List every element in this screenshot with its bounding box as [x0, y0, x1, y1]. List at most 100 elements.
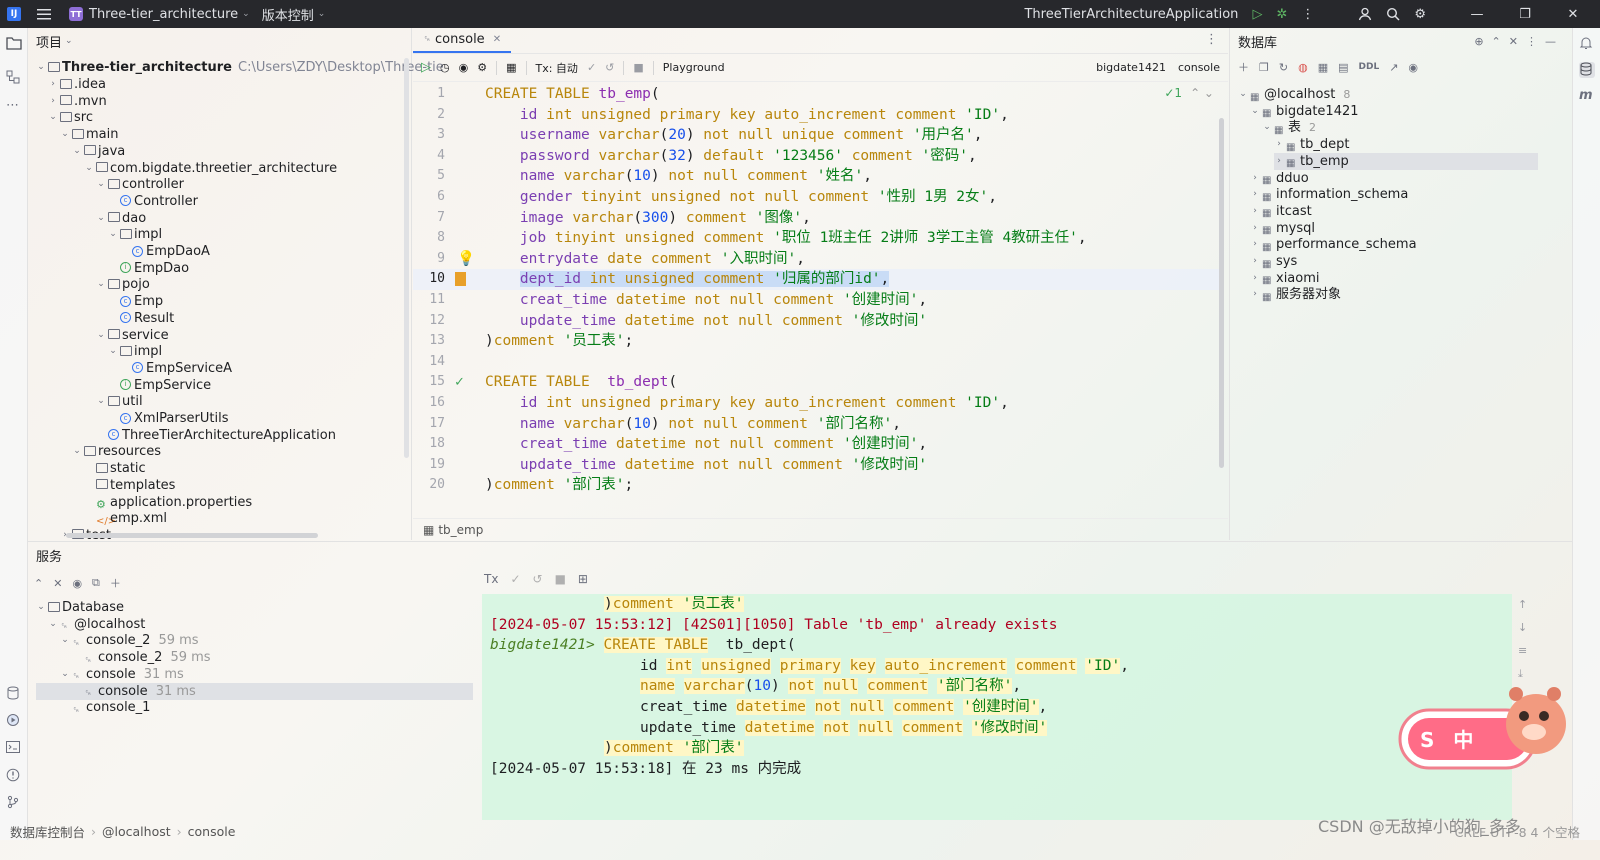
close-tab-icon[interactable]: ✕ [493, 34, 501, 45]
db-table-row[interactable]: › ▦ tb_dept [1274, 136, 1349, 153]
copy-icon[interactable]: ❐ [1259, 61, 1269, 74]
tree-item[interactable]: ⌄ service [96, 327, 168, 344]
console-icon[interactable]: ▤ [1338, 61, 1348, 74]
collapse-all-icon[interactable]: ✕ [53, 577, 62, 590]
view-options-icon[interactable]: ◉ [72, 577, 82, 590]
playground-selector[interactable]: Playground [663, 61, 725, 74]
chevron-down-icon[interactable]: ⌄ [60, 666, 70, 683]
service-row[interactable]: ⌄ ␍ @localhost [48, 616, 145, 633]
terminal-icon[interactable] [6, 741, 22, 757]
search-icon[interactable] [1386, 7, 1400, 21]
restore-button[interactable]: ❐ [1508, 7, 1542, 22]
project-root-row[interactable]: ⌄ Three-tier_architecture C:\Users\ZDY\Des… [36, 59, 444, 76]
chevron-down-icon[interactable]: ⌄ [36, 599, 46, 616]
stop-icon[interactable]: ■ [633, 61, 643, 74]
group-icon[interactable]: ⧉ [92, 576, 100, 590]
bookmark-icon[interactable] [455, 272, 466, 287]
code-area[interactable]: 1 CREATE TABLE tb_emp( 2 id int unsigned … [413, 84, 1223, 504]
chevron-down-icon[interactable]: ⌄ [60, 126, 70, 143]
services-icon[interactable] [6, 713, 22, 729]
chevron-right-icon[interactable]: › [1250, 186, 1260, 203]
git-icon[interactable] [6, 795, 22, 811]
tree-item[interactable]: ⌄ util [96, 393, 142, 410]
stop-icon[interactable]: ◍ [1298, 61, 1308, 74]
db-schema-row[interactable]: › ▦ dduo [1250, 170, 1309, 187]
tree-item[interactable]: ⌄ impl [108, 226, 162, 243]
tree-item[interactable]: › .idea [48, 76, 106, 93]
tree-item[interactable]: templates [84, 477, 175, 494]
add-service-icon[interactable]: ＋ [110, 575, 121, 591]
stop-icon[interactable]: ■ [555, 572, 566, 586]
notifications-icon[interactable] [1579, 36, 1595, 52]
datasource-selector[interactable]: bigdate1421 [1096, 61, 1166, 74]
tree-item[interactable]: c EmpServiceA [120, 360, 232, 377]
status-crumb-host[interactable]: @localhost [102, 824, 171, 839]
grid-icon[interactable]: ▦ [506, 61, 516, 74]
tree-item[interactable]: ⌄ java [72, 143, 125, 160]
chevron-down-icon[interactable]: ⌄ [48, 616, 58, 633]
chevron-right-icon[interactable]: › [1250, 236, 1260, 253]
user-icon[interactable] [1358, 7, 1372, 21]
more-tools-icon[interactable]: ⋯ [6, 98, 22, 114]
vcs-menu[interactable]: 版本控制 [262, 5, 314, 24]
session-selector[interactable]: console [1178, 61, 1220, 74]
run-config-selector[interactable]: ThreeTierArchitectureApplication [1024, 7, 1238, 22]
db-schema-row[interactable]: ⌄ ▦ bigdate1421 [1250, 103, 1358, 120]
tree-item[interactable]: c Emp [108, 293, 163, 310]
tree-item[interactable]: ⌄ com.bigdate.threetier_architecture [84, 160, 337, 177]
editor-scrollbar[interactable] [1219, 118, 1224, 468]
chevron-down-icon[interactable]: ⌄ [96, 276, 106, 293]
db-schema-row[interactable]: › ▦ itcast [1250, 203, 1312, 220]
service-row[interactable]: ⌄ ␍ console_2 59 ms [60, 632, 198, 649]
tree-item[interactable]: static [84, 460, 146, 477]
chevron-down-icon[interactable]: ⌄ [1262, 119, 1272, 136]
chevron-right-icon[interactable]: › [1250, 170, 1260, 187]
tree-item[interactable]: </> emp.xml [84, 510, 167, 527]
project-folder-icon[interactable] [6, 36, 22, 52]
commit-icon[interactable]: ✓ [510, 572, 520, 586]
tree-item[interactable]: ⌄ resources [72, 443, 161, 460]
maven-icon[interactable]: m [1579, 88, 1595, 104]
status-crumb-session[interactable]: console [188, 824, 236, 839]
tree-item[interactable]: ⌄ main [60, 126, 118, 143]
status-crumb-console[interactable]: 数据库控制台 [10, 822, 85, 841]
ddl-icon[interactable]: DDL [1359, 62, 1380, 72]
database-console-icon[interactable] [6, 686, 22, 702]
tree-item[interactable]: ⚙ application.properties [84, 494, 252, 512]
database-tool-icon[interactable] [1579, 62, 1595, 78]
close-window-button[interactable]: ✕ [1556, 7, 1590, 22]
add-icon[interactable]: ＋ [1238, 59, 1249, 75]
chevron-right-icon[interactable]: › [1250, 220, 1260, 237]
chevron-down-icon[interactable]: ⌄ [96, 393, 106, 410]
db-schema-row[interactable]: › ▦ performance_schema [1250, 236, 1416, 253]
tree-item[interactable]: c XmlParserUtils [108, 410, 228, 427]
editor-breadcrumb[interactable]: ▦ tb_emp [413, 518, 1228, 540]
rollback-icon[interactable]: ↺ [533, 572, 543, 586]
settings-icon[interactable]: ⚙ [477, 61, 487, 74]
chevron-down-icon[interactable]: ⌄ [72, 143, 82, 160]
chevron-right-icon[interactable]: › [48, 76, 58, 93]
debug-icon[interactable]: ✲ [1276, 7, 1287, 22]
execute-icon[interactable]: ▷ [421, 60, 431, 75]
tree-item[interactable]: c ThreeTierArchitectureApplication [96, 427, 336, 444]
scroll-down-icon[interactable]: ↓ [1518, 621, 1527, 634]
intention-bulb-icon[interactable]: 💡 [457, 249, 475, 270]
chevron-down-icon[interactable]: ⌄ [1238, 86, 1248, 103]
jump-icon[interactable]: ↗ [1389, 61, 1398, 74]
panel-actions[interactable]: ⊕⌃✕⋮— [1474, 35, 1564, 48]
soft-wrap-icon[interactable]: ≡ [1518, 644, 1527, 657]
tree-item[interactable]: ⌄ pojo [96, 276, 150, 293]
chevron-right-icon[interactable]: › [1250, 253, 1260, 270]
chevron-right-icon[interactable]: › [1250, 270, 1260, 287]
chevron-down-icon[interactable]: ⌄ [60, 632, 70, 649]
tree-item[interactable]: › .mvn [48, 93, 107, 110]
refresh-icon[interactable]: ↻ [1279, 61, 1288, 74]
chevron-down-icon[interactable]: ⌄ [1250, 103, 1260, 120]
tree-item[interactable]: i EmpDao [108, 260, 189, 277]
tree-item[interactable]: c EmpDaoA [120, 243, 210, 260]
settings-icon[interactable]: ⚙ [1414, 7, 1426, 22]
service-row[interactable]: ␍ console 31 ms [36, 682, 473, 700]
chevron-down-icon[interactable]: ⌄ [108, 226, 118, 243]
ide-logo-icon[interactable]: IJ [7, 7, 21, 21]
chevron-down-icon[interactable]: ⌄ [108, 343, 118, 360]
